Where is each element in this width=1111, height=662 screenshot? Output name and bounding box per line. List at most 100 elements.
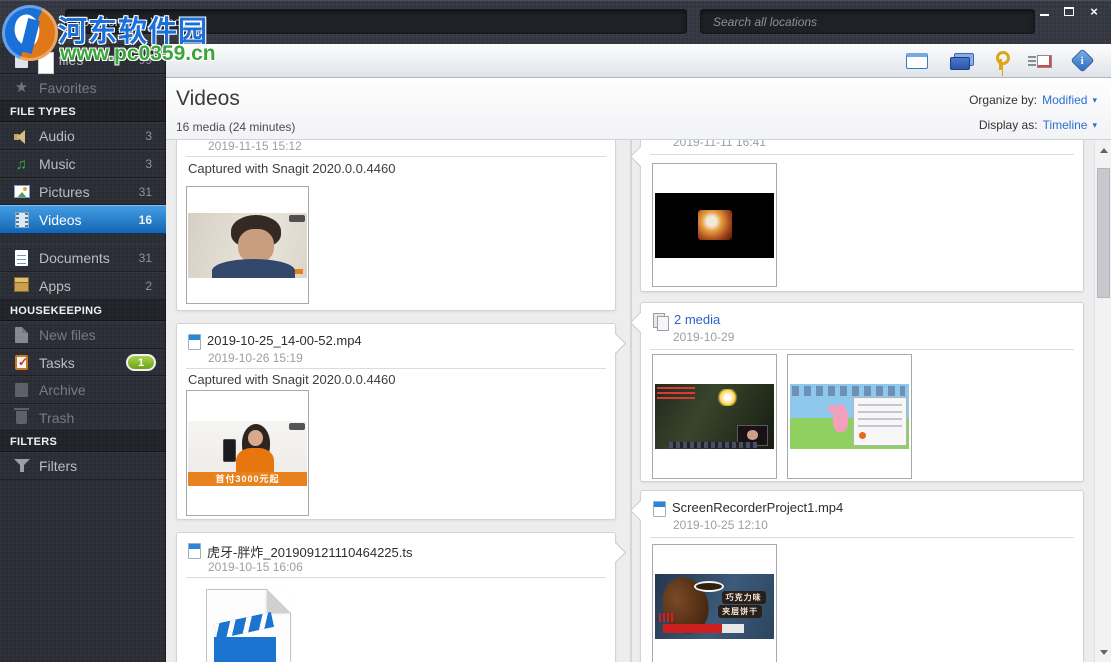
- thumbnail-letterboxed-video: [655, 193, 774, 258]
- sidebar-item-new-files[interactable]: New files: [0, 321, 166, 349]
- sidebar-item-tasks[interactable]: Tasks 1: [0, 349, 166, 376]
- media-date: 2019-10-26 15:19: [208, 351, 303, 365]
- window-icon: [906, 53, 928, 69]
- sidebar-item-filters[interactable]: Filters: [0, 452, 166, 480]
- callout-arrow: [605, 542, 626, 563]
- maximize-button[interactable]: [1060, 4, 1078, 18]
- close-icon: ×: [1090, 5, 1098, 18]
- breadcrumb-locations[interactable]: Locations: [76, 15, 127, 29]
- sidebar-item-documents[interactable]: Documents 31: [0, 244, 166, 272]
- thumbnail-man-portrait: [188, 213, 307, 278]
- callout-arrow: [630, 312, 651, 333]
- mail-button[interactable]: [1028, 49, 1052, 73]
- chevron-down-icon[interactable]: ▾: [1092, 120, 1097, 131]
- media-group-icon: [653, 313, 668, 329]
- video-thumbnail[interactable]: [186, 186, 309, 304]
- item-count: 31: [139, 251, 166, 265]
- sidebar-item-label: Documents: [39, 250, 110, 266]
- tasks-badge: 1: [126, 354, 156, 371]
- video-thumbnail[interactable]: 首付3000元起: [186, 390, 309, 516]
- display-as-label: Display as:: [979, 118, 1038, 132]
- cards-button[interactable]: [950, 49, 972, 73]
- media-filename[interactable]: ScreenRecorderProject1.mp4: [672, 500, 843, 515]
- media-card[interactable]: 2019-10-25_14-00-52.mp4 2019-10-26 15:19…: [176, 323, 616, 520]
- funnel-icon: [13, 458, 30, 475]
- breadcrumb-videos[interactable]: Videos: [150, 15, 186, 29]
- item-count: 16: [139, 213, 166, 227]
- toolbar: i: [166, 44, 1111, 78]
- scrollbar-thumb[interactable]: [1097, 168, 1110, 298]
- sidebar-section-housekeeping: HOUSEKEEPING: [0, 300, 166, 321]
- video-file-placeholder-icon[interactable]: [206, 589, 291, 662]
- sidebar-item-favorites[interactable]: ★ Favorites: [0, 74, 166, 101]
- cards-icon: [950, 53, 972, 68]
- sidebar-item-label: Favorites: [39, 80, 97, 96]
- display-as-value[interactable]: Timeline: [1043, 118, 1088, 132]
- search-input[interactable]: [711, 14, 1024, 30]
- media-caption: Captured with Snagit 2020.0.0.4460: [188, 372, 395, 387]
- scroll-up-button[interactable]: [1095, 140, 1111, 156]
- item-count: 31: [139, 185, 166, 199]
- thumbnail-game-stream: [655, 384, 774, 449]
- sidebar-item-label: Filters: [39, 458, 77, 474]
- sidebar-item-audio[interactable]: Audio 3: [0, 122, 166, 150]
- vertical-scrollbar[interactable]: [1094, 140, 1111, 662]
- sidebar-item-apps[interactable]: Apps 2: [0, 272, 166, 300]
- window-view-button[interactable]: [906, 49, 928, 73]
- callout-arrow: [605, 333, 626, 354]
- divider: [650, 537, 1074, 538]
- video-thumbnail[interactable]: [787, 354, 912, 479]
- media-card[interactable]: 2019-11-11 16:41: [640, 140, 1084, 292]
- trash-icon: [13, 409, 30, 426]
- key-icon: [994, 51, 1006, 71]
- media-card[interactable]: 2019-11-15 15:12 Captured with Snagit 20…: [176, 140, 616, 311]
- thumbnail-text: 巧克力味: [722, 591, 766, 604]
- sidebar-item-archive[interactable]: Archive: [0, 376, 166, 404]
- item-count: 2: [145, 279, 166, 293]
- thumbnail-chocolate-ad: 巧克力味 夹层饼干: [655, 574, 774, 639]
- display-as-control: Display as: Timeline ▾: [979, 118, 1097, 132]
- media-date: 2019-11-11 16:41: [673, 140, 766, 149]
- video-thumbnail[interactable]: [652, 354, 777, 479]
- media-filename[interactable]: 2019-10-25_14-00-52.mp4: [207, 333, 362, 348]
- minimize-button[interactable]: [1035, 4, 1053, 18]
- info-icon: i: [1070, 48, 1094, 72]
- sidebar-item-label: Archive: [39, 382, 86, 398]
- video-thumbnail[interactable]: 巧克力味 夹层饼干: [652, 544, 777, 662]
- sidebar-item-music[interactable]: ♫ Music 3: [0, 150, 166, 178]
- chevron-down-icon[interactable]: ▾: [1092, 95, 1097, 106]
- clipboard-icon: [13, 354, 30, 371]
- media-filename[interactable]: 虎牙-胖炸_201909121110464225.ts: [207, 542, 413, 561]
- scroll-down-button[interactable]: [1095, 646, 1111, 662]
- media-card[interactable]: 虎牙-胖炸_201909121110464225.ts 2019-10-15 1…: [176, 532, 616, 662]
- key-button[interactable]: [994, 49, 1006, 73]
- media-date: 2019-10-29: [673, 330, 734, 344]
- sidebar-item-label: Tasks: [39, 355, 75, 371]
- close-button[interactable]: ×: [1085, 4, 1103, 18]
- media-group-link[interactable]: 2 media: [674, 312, 720, 327]
- sidebar-item-label: New files: [39, 327, 96, 343]
- arrow-down-icon: [1100, 650, 1108, 659]
- media-card[interactable]: ScreenRecorderProject1.mp4 2019-10-25 12…: [640, 490, 1084, 662]
- organize-by-control: Organize by: Modified ▾: [969, 93, 1097, 107]
- document-icon: [13, 250, 30, 267]
- star-icon: ★: [13, 79, 30, 96]
- media-group-card[interactable]: 2 media 2019-10-29: [640, 302, 1084, 482]
- item-count: 3: [145, 129, 166, 143]
- sidebar-item-label: Audio: [39, 128, 75, 144]
- sidebar-item-pictures[interactable]: Pictures 31: [0, 178, 166, 205]
- breadcrumb: Locations ▸ Videos: [65, 9, 687, 34]
- video-thumbnail[interactable]: [652, 163, 777, 287]
- sidebar-item-trash[interactable]: Trash: [0, 404, 166, 431]
- thumbnail-watermark: [289, 215, 305, 222]
- search-bar: [700, 9, 1035, 34]
- thumbnail-banner-text: 首付3000元起: [188, 472, 307, 486]
- organize-by-value[interactable]: Modified: [1042, 93, 1087, 107]
- info-button[interactable]: i: [1074, 49, 1091, 73]
- sidebar-item-videos[interactable]: Videos 16: [0, 205, 166, 234]
- new-file-icon: [13, 327, 30, 344]
- sidebar-section-filters: FILTERS: [0, 431, 166, 452]
- sidebar-item-all-files[interactable]: All files 99: [0, 46, 166, 74]
- organize-by-label: Organize by:: [969, 93, 1037, 107]
- media-file-icon: [653, 501, 666, 517]
